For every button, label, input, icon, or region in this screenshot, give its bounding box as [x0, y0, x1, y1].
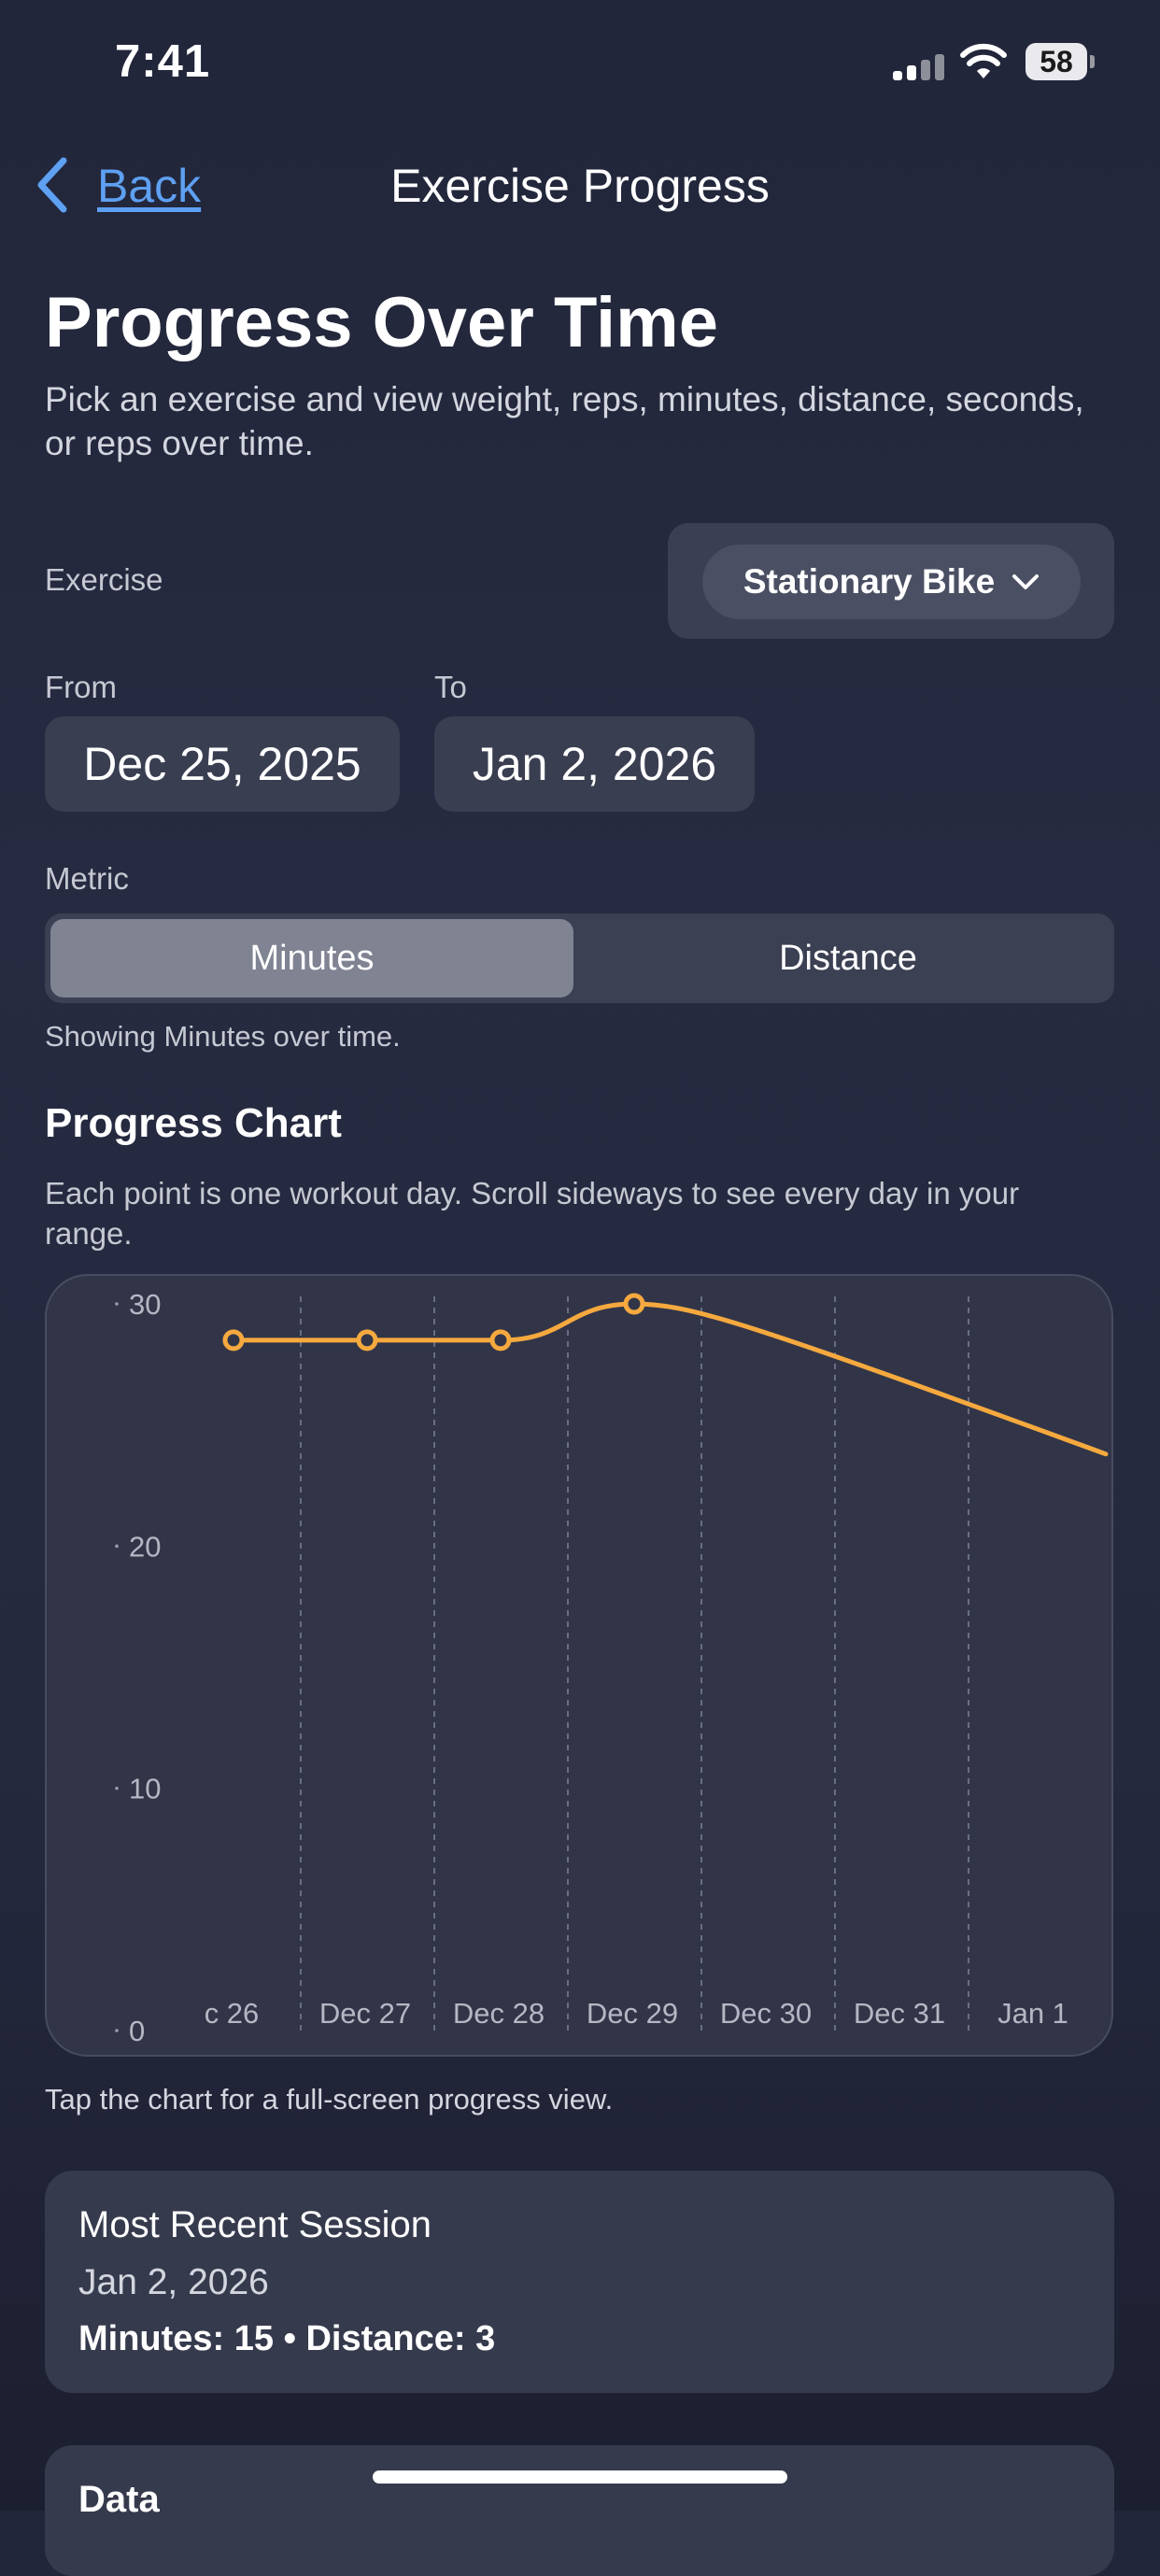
data-point — [489, 1329, 512, 1352]
y-tick-label: 30 — [129, 1288, 161, 1321]
y-tick-label: 20 — [129, 1530, 161, 1563]
y-tick-mark — [115, 2029, 119, 2032]
x-tick-label: Dec 31 — [854, 1997, 945, 2030]
page-title: Progress Over Time — [45, 283, 718, 362]
battery-level: 58 — [1026, 43, 1087, 80]
data-point — [356, 1329, 378, 1352]
x-tick-label: Dec 28 — [453, 1997, 545, 2030]
x-tick-label: Jan 1 — [997, 1997, 1068, 2030]
segment-distance[interactable]: Distance — [587, 919, 1110, 998]
exercise-picker[interactable]: Stationary Bike — [702, 545, 1081, 619]
progress-chart-svg[interactable]: 0 10 20 30 c 26 Dec 27 Dec 28 Dec 29 Dec 30 Dec 3… — [47, 1276, 1113, 2057]
home-indicator[interactable] — [373, 2470, 787, 2484]
data-point — [222, 1329, 245, 1352]
x-tick-label: Dec 27 — [319, 1997, 411, 2030]
x-tick-label: c 26 — [205, 1997, 260, 2030]
data-card — [45, 2445, 1114, 2576]
metric-hint: Showing Minutes over time. — [45, 1020, 401, 1053]
y-tick-mark — [115, 1302, 119, 1306]
recent-session-title: Most Recent Session — [78, 2204, 431, 2245]
from-date-picker[interactable]: Dec 25, 2025 — [45, 716, 400, 812]
to-date-picker[interactable]: Jan 2, 2026 — [434, 716, 755, 812]
x-tick-label: Dec 30 — [720, 1997, 812, 2030]
series-line — [231, 1301, 1109, 1457]
cellular-signal-icon — [893, 54, 945, 80]
chart-section-title: Progress Chart — [45, 1100, 342, 1146]
segment-minutes[interactable]: Minutes — [50, 919, 573, 998]
progress-chart[interactable]: 0 10 20 30 c 26 Dec 27 Dec 28 Dec 29 Dec 30 Dec 3… — [45, 1274, 1113, 2057]
y-tick-mark — [115, 1786, 119, 1790]
y-tick-mark — [115, 1544, 119, 1549]
wifi-icon — [960, 43, 1007, 78]
y-tick-label: 0 — [129, 2015, 145, 2047]
metric-label: Metric — [45, 861, 129, 896]
metric-segmented-control: Minutes Distance — [45, 913, 1114, 1003]
chart-tap-hint: Tap the chart for a full-screen progress… — [45, 2083, 614, 2116]
chart-section-description: Each point is one workout day. Scroll si… — [45, 1176, 1020, 1251]
exercise-label: Exercise — [45, 562, 163, 597]
recent-session-stats: Minutes: 15 • Distance: 3 — [78, 2319, 496, 2358]
exercise-picker-value: Stationary Bike — [743, 562, 996, 601]
x-tick-label: Dec 29 — [587, 1997, 678, 2030]
page-subtitle: Pick an exercise and view weight, reps, … — [45, 380, 1084, 462]
status-time: 7:41 — [115, 36, 211, 87]
nav-title: Exercise Progress — [390, 160, 770, 212]
chevron-down-icon — [1012, 574, 1040, 589]
to-label: To — [434, 670, 467, 704]
recent-session-date: Jan 2, 2026 — [78, 2262, 269, 2302]
data-section-title: Data — [78, 2479, 160, 2520]
battery-icon: 58 — [1026, 43, 1096, 80]
data-point — [623, 1293, 645, 1315]
from-label: From — [45, 670, 117, 704]
y-tick-label: 10 — [129, 1773, 161, 1805]
